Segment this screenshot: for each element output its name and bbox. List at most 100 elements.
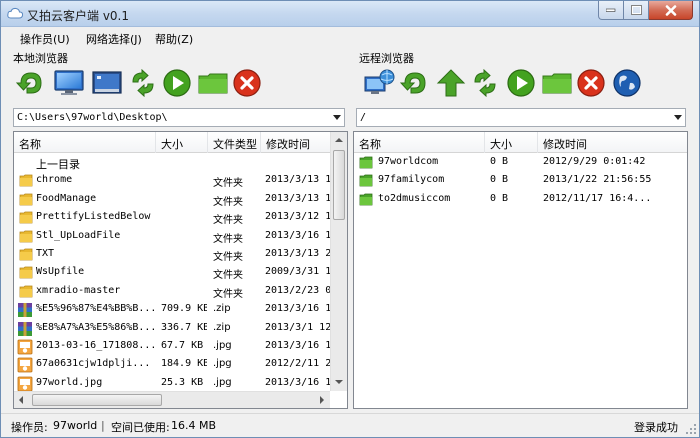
local-vscroll-thumb[interactable] [333, 150, 345, 220]
remote-toolbar [361, 65, 651, 105]
local-delete-button[interactable] [231, 67, 263, 99]
cell-type: .jpg [213, 376, 232, 388]
cell-time: 2013/3/16 17:18 [265, 340, 331, 351]
globe-icon [613, 69, 641, 97]
cell-size: 0 B [490, 174, 509, 186]
image-icon [17, 376, 33, 392]
remote-path-combobox[interactable]: / [356, 108, 686, 127]
cell-name: FoodManage [36, 192, 97, 204]
menu-operator[interactable]: 操作员(U) [20, 31, 70, 47]
maximize-icon [630, 5, 642, 15]
close-icon [665, 4, 676, 16]
remote-up-button[interactable] [435, 67, 467, 99]
local-col-name[interactable]: 名称 [14, 132, 156, 153]
table-row[interactable]: to2dmusiccom 0 B 2012/11/17 16:4... [354, 191, 687, 209]
remote-delete-button[interactable] [575, 67, 607, 99]
local-col-time[interactable]: 修改时间 [261, 132, 331, 153]
back-icon [400, 72, 426, 94]
remote-download-button[interactable] [505, 67, 537, 99]
cell-time: 2009/3/31 18:19 [265, 266, 331, 278]
table-row[interactable]: PrettifyListedBelow 文件夹 2013/3/12 16:51 [14, 209, 331, 227]
remote-new-folder-button[interactable] [541, 67, 573, 99]
resize-grip-icon[interactable] [685, 423, 697, 435]
cell-type: .jpg [213, 358, 232, 370]
status-bar: 操作员: 97world | 空间已使用: 16.4 MB 登录成功 [1, 413, 699, 437]
local-refresh-button[interactable] [127, 67, 159, 99]
folder-icon [359, 174, 373, 187]
minimize-button[interactable] [598, 1, 624, 20]
table-row[interactable]: Stl_UpLoadFile 文件夹 2013/3/16 11:11 [14, 228, 331, 246]
local-vertical-scrollbar[interactable] [330, 132, 347, 391]
table-row[interactable]: %E5%96%87%E4%BB%B... 709.9 KB .zip 2013/3/1… [14, 301, 331, 319]
folder-icon [19, 193, 33, 206]
remote-back-button[interactable] [399, 67, 431, 99]
table-row[interactable]: 67a0631cjw1dplji... 184.9 KB .jpg 2012/2/11… [14, 356, 331, 374]
local-col-type[interactable]: 文件类型 [208, 132, 261, 153]
space-used-value: 16.4 MB [171, 419, 217, 432]
table-row[interactable]: 2013-03-16_171808... 67.7 KB .jpg 2013/3/16… [14, 338, 331, 356]
menu-network[interactable]: 网络选择(J) [86, 31, 142, 47]
local-path-combobox[interactable]: C:\Users\97world\Desktop\ [13, 108, 345, 127]
network-icon [364, 69, 395, 94]
local-file-list[interactable]: 名称 大小 文件类型 修改时间 上一目录 chrome 文件夹 2013/3/13 1… [13, 131, 348, 409]
remote-col-name[interactable]: 名称 [354, 132, 485, 153]
minimize-icon [606, 8, 616, 12]
monitor-icon [54, 70, 84, 95]
local-desktop-button[interactable] [91, 67, 123, 99]
cell-name: WsUpfile [36, 266, 85, 278]
cell-name: TXT [36, 248, 55, 259]
cell-type: 文件夹 [213, 252, 243, 263]
remote-col-time[interactable]: 修改时间 [538, 132, 687, 153]
scroll-right-icon[interactable] [320, 396, 324, 404]
up-arrow-icon [436, 69, 466, 97]
scroll-left-icon[interactable] [19, 396, 23, 404]
cell-type: 文件夹 [213, 196, 243, 208]
table-row[interactable]: %E8%A7%A3%E5%86%B... 336.7 KB .zip 2013/3/1… [14, 320, 331, 338]
folder-icon [19, 211, 33, 224]
refresh-icon [132, 69, 154, 97]
folder-icon [359, 156, 373, 169]
folder-icon [19, 285, 33, 298]
table-row[interactable]: 上一目录 [14, 154, 331, 172]
remote-refresh-button[interactable] [469, 67, 501, 99]
table-row[interactable]: xmradio-master 文件夹 2013/2/23 0:00: [14, 283, 331, 301]
scroll-down-icon[interactable] [335, 380, 343, 384]
cell-type: .jpg [213, 340, 232, 351]
table-row[interactable]: TXT 文件夹 2013/3/13 20:22 [14, 246, 331, 264]
cell-time: 2013/3/16 16:18 [265, 376, 331, 388]
chevron-down-icon[interactable] [333, 115, 341, 120]
menu-help[interactable]: 帮助(Z) [155, 31, 193, 47]
cell-name: PrettifyListedBelow [36, 211, 151, 223]
table-row[interactable]: WsUpfile 文件夹 2009/3/31 18:19 [14, 264, 331, 282]
table-row[interactable]: 97familycom 0 B 2013/1/22 21:56:55 [354, 172, 687, 190]
local-new-folder-button[interactable] [197, 67, 229, 99]
maximize-button[interactable] [624, 1, 649, 20]
remote-web-button[interactable] [611, 67, 643, 99]
desktop-icon [92, 71, 122, 94]
remote-file-list[interactable]: 名称 大小 修改时间 97worldcom 0 B 2012/9/29 0:01:4… [353, 131, 688, 409]
close-button[interactable] [649, 1, 693, 20]
local-computer-button[interactable] [53, 67, 85, 99]
cell-time: 2013/2/23 0:00: [265, 284, 331, 296]
title-bar[interactable]: 又拍云客户端 v0.1 [1, 1, 699, 27]
table-row[interactable]: chrome 文件夹 2013/3/13 15:23 [14, 172, 331, 190]
table-row[interactable]: FoodManage 文件夹 2013/3/13 15:23 [14, 191, 331, 209]
cell-name: 上一目录 [36, 158, 80, 171]
delete-icon [577, 69, 605, 97]
table-row[interactable]: 97worldcom 0 B 2012/9/29 0:01:42 [354, 154, 687, 172]
cell-type: .zip [213, 303, 231, 315]
remote-col-size[interactable]: 大小 [485, 132, 538, 153]
folder-icon [359, 193, 373, 206]
cell-name: %E5%96%87%E4%BB%B... [36, 303, 154, 315]
cell-name: 97familycom [378, 174, 445, 186]
folder-icon [19, 230, 33, 242]
scroll-up-icon[interactable] [335, 138, 343, 142]
local-upload-button[interactable] [161, 67, 193, 99]
local-horizontal-scrollbar[interactable] [14, 391, 330, 408]
chevron-down-icon[interactable] [674, 115, 682, 120]
local-hscroll-thumb[interactable] [32, 394, 162, 406]
app-window: 又拍云客户端 v0.1 操作员(U) 网络选择(J) 帮助(Z) 本地浏览器 C… [0, 0, 700, 438]
local-back-button[interactable] [15, 67, 47, 99]
local-col-size[interactable]: 大小 [156, 132, 208, 153]
remote-network-button[interactable] [363, 67, 395, 99]
